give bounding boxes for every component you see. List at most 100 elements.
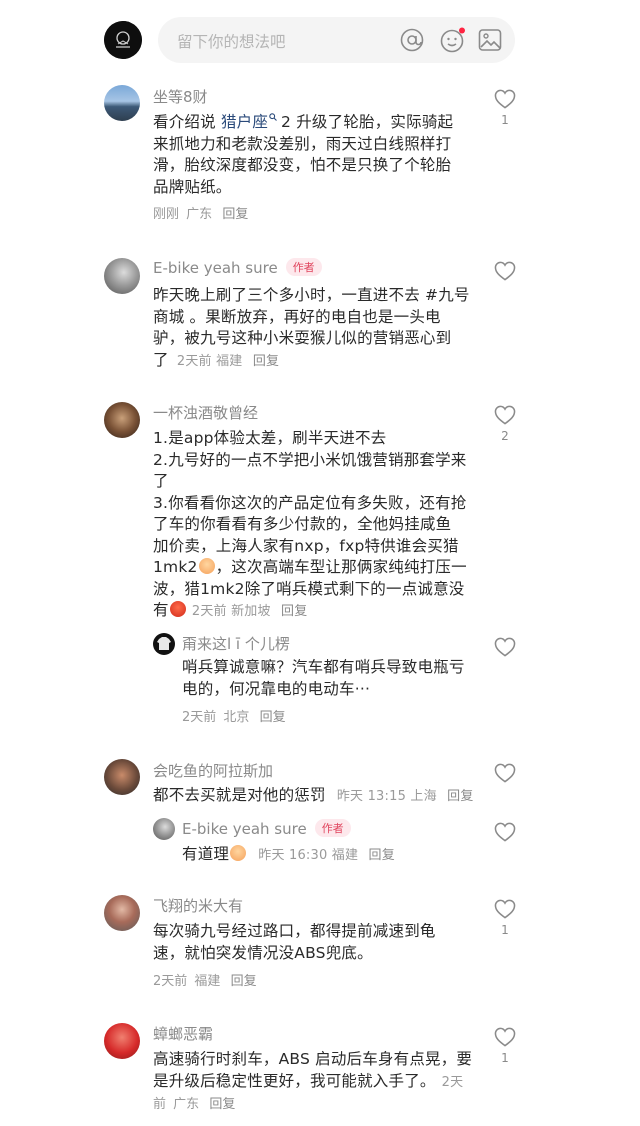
comment-text: 都不去买就是对他的惩罚 <box>153 786 326 804</box>
comment-meta: 2天前 福建 回复 <box>177 354 279 369</box>
comment-text: 驴，被九号这种小米耍猴儿似的营销恶心到 <box>153 329 452 347</box>
comment-time: 2天前 <box>182 710 217 725</box>
comment-meta: 昨天 13:15 上海 回复 <box>337 789 474 804</box>
like-button[interactable] <box>491 822 519 842</box>
image-icon[interactable] <box>478 28 502 56</box>
comment-time: 2天 <box>441 1074 464 1090</box>
comment-username[interactable]: 坐等8财 <box>153 86 208 107</box>
comment-location: 福建 <box>194 974 221 989</box>
comment-text: 了车的你看看有多少付款的，全他妈挂咸鱼 <box>153 515 452 533</box>
comment-username[interactable]: 飞翔的米大有 <box>153 895 243 916</box>
comment-text: 1mk2 <box>153 558 198 576</box>
comment-text: 有道理 <box>182 845 230 863</box>
comment-text: 3.你看看你这次的产品定位有多失败，还有抢 <box>153 493 467 512</box>
avatar[interactable] <box>153 633 175 655</box>
comment-username[interactable]: E-bike yeah sure 作者 <box>153 258 322 277</box>
comment-text: 滑，胎纹深度都没变，怕不是只换了个轮胎 <box>153 156 452 174</box>
comment-location: 上海 <box>410 789 437 804</box>
avatar[interactable] <box>104 759 140 795</box>
badge-logo-icon <box>104 21 142 59</box>
comment-content: 昨天晚上刷了三个多小时，一直进不去 #九号 商城 。果断放弃，再好的电自也是一头… <box>153 285 483 372</box>
comment-meta: 刚刚 广东 回复 <box>153 203 248 222</box>
like-button[interactable]: 1 <box>491 1027 519 1065</box>
reply-button[interactable]: 回复 <box>447 789 473 804</box>
emoji-icon[interactable] <box>439 27 465 57</box>
comment-text: 波，猎1mk2除了哨兵模式剩下的一点诚意没 <box>153 579 465 598</box>
reply-button[interactable]: 回复 <box>231 974 257 989</box>
comment-meta: 前 广东 回复 <box>153 1093 235 1112</box>
like-count: 1 <box>501 1051 509 1065</box>
comment-time: 2天前 <box>191 604 227 619</box>
comment-text: ，这次高端车型让那俩家纯纯打压一 <box>215 558 467 576</box>
like-button[interactable]: 1 <box>491 89 519 127</box>
reply-button[interactable]: 回复 <box>281 604 307 619</box>
comment-content: 每次骑九号经过路口，都得提前减速到龟 速，就怕突发情况没ABS兜底。 <box>153 921 483 964</box>
like-button[interactable]: 2 <box>491 405 519 443</box>
comment-text: 看介绍说 <box>153 113 221 131</box>
comment-text: 电的，何况靠电的电动车··· <box>182 679 371 698</box>
comment-location: 广东 <box>186 207 213 222</box>
reply-meta: 2天前 北京 回复 <box>182 706 286 725</box>
comment-username-text[interactable]: E-bike yeah sure <box>153 259 278 277</box>
comment-username[interactable]: 会吃鱼的阿拉斯加 <box>153 760 273 781</box>
comment-username[interactable]: 一杯浊酒敬曾经 <box>153 402 258 423</box>
reply-button[interactable]: 回复 <box>260 710 286 725</box>
comment-location: 福建 <box>331 848 359 863</box>
like-button[interactable] <box>491 763 519 787</box>
avatar[interactable] <box>153 818 175 840</box>
comment-input[interactable]: 留下你的想法吧 <box>158 17 515 63</box>
heart-icon <box>494 763 516 783</box>
reply-username-text[interactable]: E-bike yeah sure <box>182 820 307 838</box>
author-badge: 作者 <box>285 258 322 276</box>
like-count: 2 <box>501 429 509 443</box>
reply-button[interactable]: 回复 <box>222 207 248 222</box>
comment-content: 都不去买就是对他的惩罚 昨天 13:15 上海 回复 <box>153 785 483 808</box>
avatar[interactable] <box>104 1023 140 1059</box>
reply-content: 有道理 昨天 16:30 福建 回复 <box>182 844 487 867</box>
comment-text: 昨天晚上刷了三个多小时，一直进不去 #九号 <box>153 286 470 304</box>
comment-text: 1.是app体验太差，刷半天进不去 <box>153 429 387 447</box>
like-button[interactable] <box>491 637 519 657</box>
comment-username[interactable]: 蟑螂恶霸 <box>153 1023 213 1044</box>
like-button[interactable] <box>491 261 519 285</box>
crying-face-icon <box>198 558 215 574</box>
comment-text: 了 <box>153 472 169 490</box>
author-badge: 作者 <box>314 819 351 837</box>
angry-face-icon <box>169 601 186 617</box>
reply-button[interactable]: 回复 <box>209 1097 235 1112</box>
comment-text: 高速骑行时刹车，ABS 启动后车身有点晃，要 <box>153 1050 473 1068</box>
comment-time: 2天前 <box>176 353 212 369</box>
comment-content: 高速骑行时刹车，ABS 启动后车身有点晃，要 是升级后稳定性更好，我可能就入手了… <box>153 1049 483 1093</box>
heart-icon <box>494 899 516 919</box>
avatar[interactable] <box>104 85 140 121</box>
comment-text: 哨兵算诚意嘛？汽车都有哨兵导致电瓶亏 <box>182 658 465 676</box>
at-icon[interactable] <box>400 28 424 56</box>
comment-time: 前 <box>153 1097 167 1112</box>
comment-text: 每次骑九号经过路口，都得提前减速到龟 <box>153 922 436 940</box>
reply-username[interactable]: E-bike yeah sure 作者 <box>182 819 351 838</box>
heart-icon <box>494 405 516 425</box>
heart-icon <box>494 822 516 842</box>
avatar[interactable] <box>104 895 140 931</box>
like-count: 1 <box>501 113 509 127</box>
reply-username[interactable]: 甭来这l ī 个儿楞 <box>182 633 290 654</box>
comment-text: 了 <box>153 350 169 369</box>
like-button[interactable]: 1 <box>491 899 519 937</box>
comment-text: 品牌贴纸。 <box>153 177 232 196</box>
comment-content: 1.是app体验太差，刷半天进不去 2.九号好的一点不学把小米饥饿营销那套学来 … <box>153 428 483 623</box>
current-user-avatar[interactable] <box>104 21 142 59</box>
comment-time: 昨天 16:30 <box>258 848 328 863</box>
reply-button[interactable]: 回复 <box>253 354 279 369</box>
comment-location: 福建 <box>216 353 243 369</box>
comment-text: 是升级后稳定性更好，我可能就入手了。 <box>153 1071 436 1090</box>
comment-location: 新加坡 <box>231 604 271 619</box>
comment-text: 来抓地力和老款没差别，雨天过白线照样打 <box>153 134 452 153</box>
crying-face-icon <box>230 845 247 861</box>
avatar[interactable] <box>104 258 140 294</box>
reply-button[interactable]: 回复 <box>369 848 395 863</box>
topic-link[interactable]: 猎户座 <box>221 113 268 131</box>
like-count: 1 <box>501 923 509 937</box>
comment-time: 2天前 <box>153 974 188 989</box>
avatar[interactable] <box>104 402 140 438</box>
reply-content: 哨兵算诚意嘛？汽车都有哨兵导致电瓶亏 电的，何况靠电的电动车··· <box>182 657 487 700</box>
